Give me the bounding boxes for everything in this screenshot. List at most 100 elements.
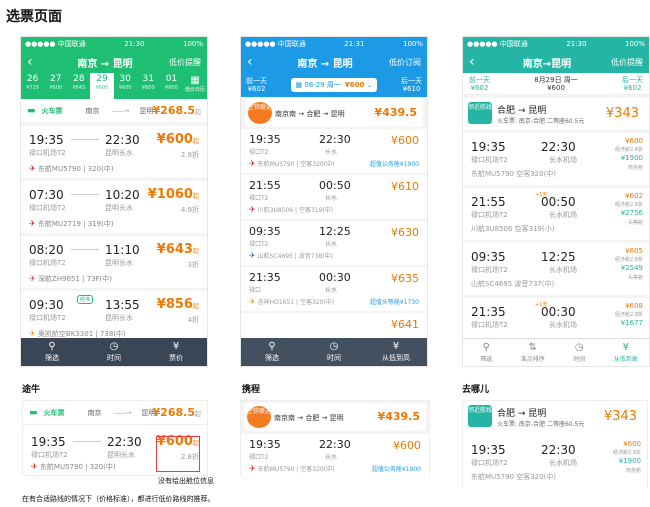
date-item-selected[interactable]: 29 ¥600	[90, 73, 114, 99]
bottom-toolbar: ⚲ 筛选 ◷ 时间 ¥ 从低到高	[241, 338, 427, 366]
back-icon[interactable]: ‹	[247, 54, 269, 70]
status-bar: ●●●●● 中国联通 21:30 100%	[21, 37, 207, 51]
airline-logo-icon: ✈	[249, 205, 256, 214]
summary-note: 在有合适路线的情况下（价格标准），都进行低价路线的推荐。	[22, 495, 215, 503]
date-item[interactable]: 01 ¥600	[160, 73, 183, 99]
airline-logo-icon: ✈	[29, 219, 36, 228]
flight-card[interactable]: 07:30 10:20 禄口机场T2 昆明长水 ✈ 东航MU2719 | 319(中…	[21, 181, 207, 233]
nearby-route-card[interactable]: 邻近航线 合肥 → 昆明 火车票: 南京-合肥 二等座60.5元 ¥343	[463, 98, 649, 130]
filter-tab[interactable]: ⚲ 筛选	[21, 338, 83, 366]
low-price-subscribe-button[interactable]: 低价订阅	[381, 58, 421, 67]
tuniu-phone: ●●●●● 中国联通 21:30 100% ‹ 南京 → 昆明 低价提醒 26 ¥…	[20, 36, 208, 367]
price-tab[interactable]: ¥ 票价	[145, 338, 207, 366]
next-day-button[interactable]: 后一天 ¥610	[401, 77, 422, 93]
airline-logo-icon: ✈	[249, 297, 256, 306]
airline-logo-icon: ✈	[249, 464, 256, 473]
flight-card[interactable]: 21:35 00:30 禄口 长水 ✈ 吉祥HO1651 | 空客320(中) ¥6…	[241, 267, 427, 311]
calendar-icon: ▦	[295, 81, 303, 89]
flight-card[interactable]: 19:35 22:30 禄口机场T2 长水机场 东航MU5790 空客320(中) …	[463, 133, 649, 185]
airline-logo-icon: ✈	[29, 329, 36, 338]
on-time-sort-tab[interactable]: ⇅ 准点排序	[510, 339, 557, 366]
flight-card[interactable]: 19:35 22:30 禄口T2 长水 ✈ 东航MU5790 | 空客320(中) …	[241, 434, 429, 478]
bottom-toolbar: ⚲ 筛选 ◷ 时间 ¥ 票价	[21, 338, 207, 366]
qunar-snippet: 邻近航线 合肥 → 昆明 火车票: 南京-合肥 二等座60.5元 ¥343 19…	[462, 400, 648, 488]
sort-low-high-tab[interactable]: ¥ 从低到高	[603, 339, 650, 366]
time-tab[interactable]: ◷ 时间	[83, 338, 145, 366]
sort-low-high-tab[interactable]: ¥ 从低到高	[365, 338, 427, 366]
date-selector[interactable]: 8月29日 周一 ¥600	[534, 76, 578, 92]
clock-icon: ◷	[109, 341, 119, 352]
airline-logo-icon: ✈	[249, 251, 256, 260]
chevron-down-icon: ⌄	[366, 81, 373, 89]
ctrip-phone: ●●●●● 中国联通 21:31 100% ‹ 南京 → 昆明 低价订阅 前一天 ¥6…	[240, 36, 428, 367]
rail-air-combo-card[interactable]: 空铁联运 南京南 → 合肥 → 昆明 ¥439.5	[244, 403, 426, 431]
ctrip-snippet: 空铁联运 南京南 → 合肥 → 昆明 ¥439.5 19:35 22:30 禄口T…	[240, 400, 430, 478]
next-day-button[interactable]: 后一天 ¥602	[622, 76, 643, 92]
train-icon: ▬	[27, 105, 36, 116]
time-tab[interactable]: ◷ 时间	[303, 338, 365, 366]
route-title: 南京 → 昆明	[77, 58, 133, 70]
low-price-alert-button[interactable]: 低价提醒	[603, 58, 643, 67]
back-icon[interactable]: ‹	[469, 54, 491, 70]
date-item[interactable]: 26 ¥729	[21, 73, 44, 99]
prev-day-button[interactable]: 前一天 ¥602	[246, 77, 267, 93]
filter-icon: ⚲	[48, 341, 56, 352]
date-selector[interactable]: ▦ 08-29 周一 ¥600 ⌄	[291, 78, 377, 92]
highlight-box	[156, 436, 200, 472]
train-price: ¥268.5起	[152, 104, 201, 117]
low-price-alert-button[interactable]: 低价提醒	[161, 58, 201, 67]
qunar-phone: ●●●●● 中国联通 21:30 100% ‹ 南京→昆明 低价提醒 前一天 ¥602…	[462, 36, 650, 367]
route-title: 南京 → 昆明	[297, 58, 353, 70]
flight-card[interactable]: 08:20 11:10 禄口机场T2 昆明长水 ✈ 深航ZH9651 | 73F(中…	[21, 236, 207, 288]
clock-icon: ◷	[329, 341, 339, 352]
nav-bar: ‹ 南京 → 昆明 低价提醒	[21, 51, 207, 73]
train-ticket-row[interactable]: ▬ 火车票 南京 ——→ 昆明 ¥268.5起	[23, 401, 207, 425]
date-switcher: 前一天 ¥602 8月29日 周一 ¥600 后一天 ¥602	[463, 73, 649, 95]
airline-logo-icon: ✈	[31, 462, 38, 471]
status-bar: ●●●●● 中国联通 21:31 100%	[241, 37, 427, 51]
filter-tab[interactable]: ⚲ 筛选	[463, 339, 510, 366]
flight-card[interactable]: 21:55 +1天 00:50 禄口机场T2 长水机场 川航3U8506 空客319(…	[463, 188, 649, 240]
flight-card[interactable]: 19:35 22:30 禄口机场T2 昆明长水 ✈ 东航MU5790 | 320(中…	[21, 126, 207, 178]
rail-air-combo-card[interactable]: 空铁联运 南京南 → 合肥 → 昆明 ¥439.5	[245, 99, 423, 127]
combo-badge: 空铁联运	[248, 102, 272, 124]
price-icon: ¥	[172, 341, 180, 352]
status-bar: ●●●●● 中国联通 21:30 100%	[463, 37, 649, 51]
nav-bar: ‹ 南京→昆明 低价提醒	[463, 51, 649, 73]
missing-cabin-note: 没有给出舱位信息	[158, 477, 214, 485]
date-item[interactable]: 28 ¥643	[67, 73, 90, 99]
flight-card[interactable]: 19:35 22:30 禄口机场T2 长水机场 东航MU5790 空客320(中) …	[463, 436, 647, 488]
date-item[interactable]: 30 ¥600	[114, 73, 137, 99]
nearby-route-badge: 邻近航线	[468, 102, 492, 124]
calendar-icon: ▦	[190, 75, 200, 86]
bottom-toolbar: ⚲ 筛选 ⇅ 准点排序 ◷ 时间 ¥ 从低到高	[463, 338, 649, 366]
flight-card[interactable]: 21:55 00:50 禄口T2 长水 ✈ 川航3U8506 | 空客319(中) …	[241, 175, 427, 219]
date-switcher: 前一天 ¥602 ▦ 08-29 周一 ¥600 ⌄ 后一天 ¥610	[241, 73, 427, 97]
filter-tab[interactable]: ⚲ 筛选	[241, 338, 303, 366]
price-icon: ¥	[622, 342, 629, 353]
price-icon: ¥	[392, 341, 400, 352]
flight-card[interactable]: 09:35 12:25 禄口T2 长水 ✈ 山航SC4695 | 波音738(中) …	[241, 221, 427, 265]
airline-logo-icon: ✈	[249, 159, 256, 168]
date-item[interactable]: 27 ¥600	[44, 73, 67, 99]
train-icon: ▬	[29, 407, 38, 418]
flight-card[interactable]: 09:35 12:25 禄口机场T2 长水机场 山航SC4695 波音737(中) …	[463, 243, 649, 295]
flight-card[interactable]: 09:30 经停 13:55 禄口机场T2 昆明长水 ✈ 奥凯航空BK3301 | 7…	[21, 291, 207, 343]
time-tab[interactable]: ◷ 时间	[556, 339, 603, 366]
date-item[interactable]: 31 ¥600	[137, 73, 160, 99]
flight-card[interactable]: 19:35 22:30 禄口T2 长水 ✈ 东航MU5790 | 空客320(中) …	[241, 129, 427, 173]
tuniu-label: 途牛	[22, 385, 41, 395]
arrow-icon: ——→	[113, 408, 132, 417]
prev-day-button[interactable]: 前一天 ¥602	[469, 76, 490, 92]
airline-logo-icon: ✈	[29, 274, 36, 283]
qunar-label: 去哪儿	[462, 385, 490, 395]
ctrip-label: 携程	[242, 385, 261, 395]
train-ticket-row[interactable]: ▬ 火车票 南京 ——→ 昆明 ¥268.5起	[21, 99, 207, 123]
low-price-calendar-button[interactable]: ▦ 低价日历	[183, 73, 207, 99]
route-title: 南京→昆明	[522, 58, 572, 70]
stopover-badge: 经停	[77, 295, 94, 304]
nearby-route-card[interactable]: 邻近航线 合肥 → 昆明 火车票: 南京-合肥 二等座60.5元 ¥343	[463, 401, 647, 433]
back-icon[interactable]: ‹	[27, 54, 49, 70]
date-strip: 26 ¥729 27 ¥600 28 ¥643 29 ¥600 30 ¥600 31 ¥60…	[21, 73, 207, 99]
clock-icon: ◷	[574, 342, 584, 353]
